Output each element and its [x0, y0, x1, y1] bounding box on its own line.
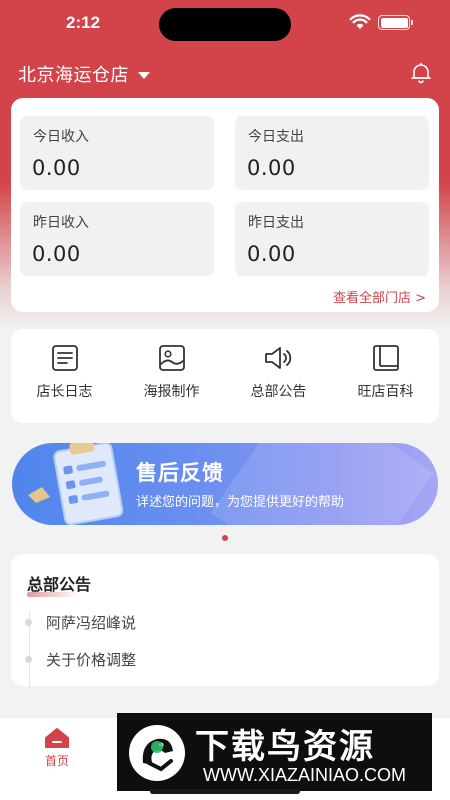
hq-notice-card: 总部公告 阿萨冯绍峰说 关于价格调整: [11, 554, 439, 688]
watermark-url: WWW.XIAZAINIAO.COM: [203, 765, 406, 785]
bird-logo-icon: [129, 725, 185, 781]
document-lines-icon: [51, 345, 78, 371]
image-icon: [158, 345, 185, 371]
book-icon: [372, 345, 399, 371]
stat-label: 昨日支出: [248, 215, 304, 231]
notice-text: 阿萨冯绍峰说: [46, 614, 137, 632]
watermark-overlay: 下载鸟资源 WWW.XIAZAINIAO.COM: [117, 713, 432, 791]
battery-icon: [378, 15, 413, 30]
notice-item[interactable]: 关于价格调整: [25, 649, 136, 670]
quick-actions: 店长日志 海报制作 总部公告 旺店百科: [11, 329, 439, 423]
home-indicator: [150, 789, 300, 794]
caret-down-icon: [138, 71, 150, 79]
store-name: 北京海运仓店: [18, 65, 129, 86]
speaker-icon: [264, 347, 291, 369]
carousel-dot-active[interactable]: [222, 535, 228, 541]
quick-action-poster[interactable]: 海报制作: [118, 329, 225, 423]
clipboard-illustration-icon: [28, 443, 124, 525]
status-time: 2:12: [66, 13, 101, 32]
view-all-stores-link[interactable]: 查看全部门店 >: [333, 287, 426, 306]
home-icon: [45, 728, 69, 748]
stat-label: 昨日收入: [33, 215, 89, 231]
quick-action-label: 店长日志: [36, 384, 93, 400]
stat-value: 0.00: [32, 242, 81, 266]
stat-today-expense[interactable]: 今日支出 0.00: [235, 116, 429, 190]
stat-label: 今日支出: [248, 129, 304, 145]
stat-value: 0.00: [32, 156, 81, 180]
quick-action-label: 总部公告: [250, 384, 307, 400]
tab-home-label: 首页: [44, 754, 69, 768]
quick-action-hq-notice[interactable]: 总部公告: [225, 329, 332, 423]
store-selector[interactable]: 北京海运仓店: [18, 60, 150, 88]
notice-item[interactable]: 阿萨冯绍峰说: [25, 612, 136, 633]
stat-label: 今日收入: [33, 129, 89, 145]
wifi-icon: [349, 14, 371, 29]
banner-title: 售后反馈: [136, 461, 224, 485]
bell-icon[interactable]: [410, 62, 432, 84]
stat-today-income[interactable]: 今日收入 0.00: [20, 116, 214, 190]
quick-action-manager-log[interactable]: 店长日志: [11, 329, 118, 423]
banner-decoration: [210, 443, 434, 525]
bullet-dot: [25, 656, 32, 663]
tab-home[interactable]: 首页: [36, 727, 78, 769]
title-underline: [27, 592, 79, 597]
banner-subtitle: 详述您的问题，为您提供更好的帮助: [136, 495, 345, 510]
stat-yesterday-expense[interactable]: 昨日支出 0.00: [235, 202, 429, 276]
quick-action-encyclopedia[interactable]: 旺店百科: [332, 329, 439, 423]
status-bar: 2:12: [0, 0, 450, 48]
quick-action-label: 海报制作: [143, 384, 200, 400]
watermark-title: 下载鸟资源: [195, 727, 375, 767]
after-sales-feedback-banner[interactable]: 售后反馈 详述您的问题，为您提供更好的帮助: [12, 443, 438, 525]
bullet-dot: [25, 619, 32, 626]
stat-yesterday-income[interactable]: 昨日收入 0.00: [20, 202, 214, 276]
notice-text: 关于价格调整: [46, 651, 137, 669]
quick-action-label: 旺店百科: [357, 384, 414, 400]
stat-value: 0.00: [247, 156, 296, 180]
camera-notch: [159, 8, 291, 41]
stat-value: 0.00: [247, 242, 296, 266]
revenue-summary-card: 今日收入 0.00 今日支出 0.00 昨日收入 0.00 昨日支出 0.00 …: [11, 98, 439, 312]
